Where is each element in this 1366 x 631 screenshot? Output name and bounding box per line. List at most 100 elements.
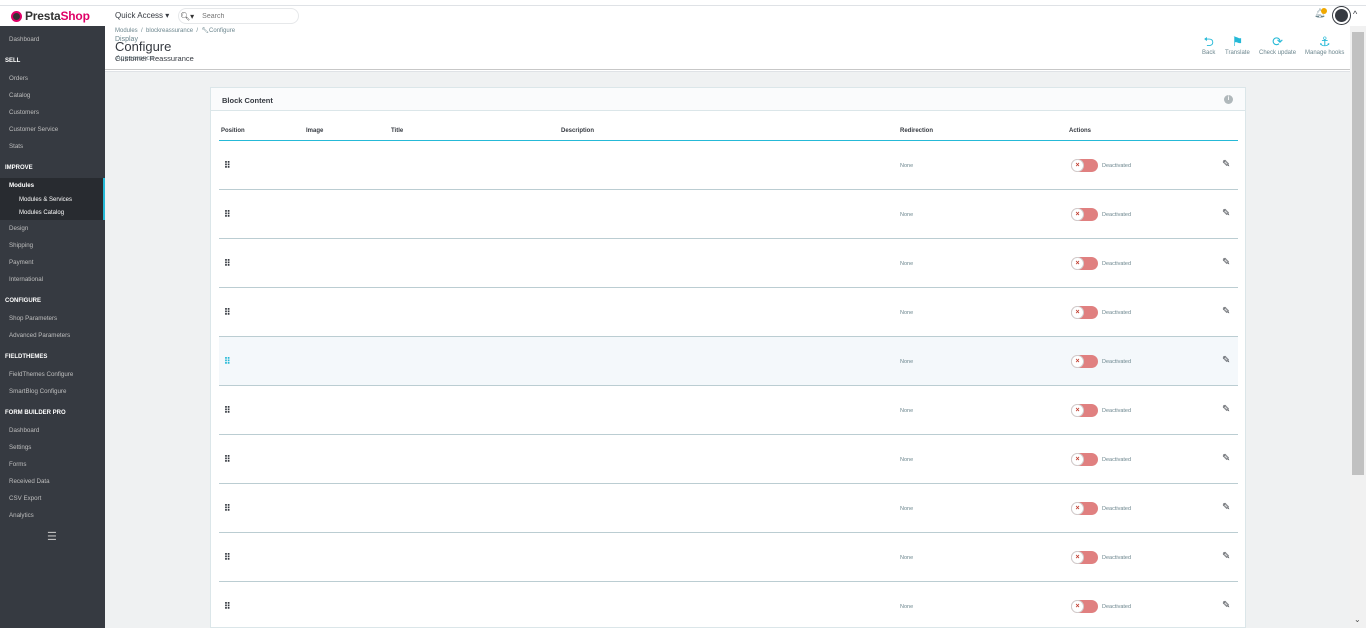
edit-pencil-icon[interactable]: ✎ bbox=[1222, 257, 1230, 268]
refresh-icon: ⟳ bbox=[1272, 34, 1283, 49]
drag-handle-icon[interactable]: ⠿ bbox=[224, 601, 231, 612]
back-button[interactable]: ⮌ Back bbox=[1202, 34, 1215, 56]
drag-handle-icon[interactable]: ⠿ bbox=[224, 552, 231, 563]
sidebar-subitem-modules-services[interactable]: Modules & Services bbox=[19, 197, 72, 203]
status-toggle[interactable]: × bbox=[1071, 551, 1098, 564]
panel-header: Block Content i bbox=[211, 88, 1245, 111]
status-toggle[interactable]: × bbox=[1071, 208, 1098, 221]
prestashop-logo-icon bbox=[11, 10, 22, 22]
close-icon: × bbox=[1071, 208, 1084, 221]
info-icon[interactable]: i bbox=[1224, 95, 1233, 104]
search-input[interactable] bbox=[202, 12, 293, 20]
edit-pencil-icon[interactable]: ✎ bbox=[1222, 355, 1230, 366]
drag-handle-icon[interactable]: ⠿ bbox=[224, 356, 231, 367]
sidebar-item-fb-analytics[interactable]: Analytics bbox=[9, 512, 34, 519]
check-update-button[interactable]: ⟳ Check update bbox=[1259, 34, 1296, 56]
edit-pencil-icon[interactable]: ✎ bbox=[1222, 208, 1230, 219]
search-icon[interactable]: 🔍︎▾ bbox=[180, 12, 194, 21]
sidebar-item-customers[interactable]: Customers bbox=[9, 109, 39, 116]
close-icon: × bbox=[1071, 600, 1084, 613]
manage-hooks-button[interactable]: ⚓︎ Manage hooks bbox=[1305, 34, 1344, 56]
chevron-up-icon[interactable]: ^ bbox=[1353, 9, 1357, 19]
sidebar-item-fb-dashboard[interactable]: Dashboard bbox=[9, 427, 39, 434]
close-icon: × bbox=[1071, 355, 1084, 368]
status-toggle[interactable]: × bbox=[1071, 306, 1098, 319]
quick-access-dropdown[interactable]: Quick Access ▾ bbox=[115, 11, 169, 20]
sidebar-item-fb-settings[interactable]: Settings bbox=[9, 444, 31, 451]
sidebar-item-fieldthemes-configure[interactable]: FieldThemes Configure bbox=[9, 371, 73, 378]
scrollbar-thumb[interactable] bbox=[1352, 32, 1364, 475]
search-box[interactable]: 🔍︎▾ bbox=[178, 8, 299, 24]
manage-hooks-label: Manage hooks bbox=[1305, 50, 1345, 56]
back-arrow-icon: ⮌ bbox=[1203, 34, 1214, 49]
edit-pencil-icon[interactable]: ✎ bbox=[1222, 404, 1230, 415]
sidebar-section-sell: SELL bbox=[5, 58, 21, 64]
sidebar-item-orders[interactable]: Orders bbox=[9, 75, 28, 82]
anchor-icon: ⚓︎ bbox=[1318, 34, 1331, 49]
sidebar-item-smartblog-configure[interactable]: SmartBlog Configure bbox=[9, 388, 66, 395]
sidebar-item-dashboard[interactable]: Dashboard bbox=[9, 36, 39, 43]
prestashop-logo[interactable]: PrestaShop bbox=[11, 9, 90, 23]
sidebar-section-improve: IMPROVE bbox=[5, 165, 33, 171]
table-row: ⠿ None × Deactivated ✎ bbox=[219, 239, 1238, 288]
collapse-menu-icon[interactable]: ☰ bbox=[47, 530, 57, 543]
column-header-position: Position bbox=[221, 128, 245, 134]
drag-handle-icon[interactable]: ⠿ bbox=[224, 307, 231, 318]
breadcrumb-modules[interactable]: Modules bbox=[115, 28, 138, 34]
edit-pencil-icon[interactable]: ✎ bbox=[1222, 453, 1230, 464]
sidebar-item-payment[interactable]: Payment bbox=[9, 259, 33, 266]
status-toggle[interactable]: × bbox=[1071, 404, 1098, 417]
sidebar-item-shipping[interactable]: Shipping bbox=[9, 242, 33, 249]
sidebar-item-fb-received-data[interactable]: Received Data bbox=[9, 478, 50, 485]
sidebar: Dashboard SELL Orders Catalog Customers … bbox=[0, 26, 105, 628]
edit-pencil-icon[interactable]: ✎ bbox=[1222, 600, 1230, 611]
status-toggle[interactable]: × bbox=[1071, 502, 1098, 515]
scroll-down-icon[interactable]: ⌄ bbox=[1354, 615, 1361, 624]
sidebar-item-modules[interactable]: Modules bbox=[9, 182, 34, 189]
translate-button[interactable]: ⚑ Translate bbox=[1225, 34, 1250, 56]
employee-avatar[interactable] bbox=[1333, 7, 1350, 24]
edit-pencil-icon[interactable]: ✎ bbox=[1222, 306, 1230, 317]
wrench-icon: 🔧︎ bbox=[201, 28, 210, 34]
page-header: Modules / blockreassurance / 🔧︎Configure… bbox=[105, 26, 1350, 70]
close-icon: × bbox=[1071, 159, 1084, 172]
sidebar-section-form-builder: FORM BUILDER PRO bbox=[5, 410, 66, 416]
row-redirection: None bbox=[900, 261, 914, 267]
row-status: Deactivated bbox=[1102, 408, 1132, 414]
sidebar-item-catalog[interactable]: Catalog bbox=[9, 92, 30, 99]
status-toggle[interactable]: × bbox=[1071, 159, 1098, 172]
edit-pencil-icon[interactable]: ✎ bbox=[1222, 551, 1230, 562]
table-row: ⠿ None × Deactivated ✎ bbox=[219, 435, 1238, 484]
edit-pencil-icon[interactable]: ✎ bbox=[1222, 159, 1230, 170]
sidebar-item-fb-csv-export[interactable]: CSV Export bbox=[9, 495, 41, 502]
status-toggle[interactable]: × bbox=[1071, 257, 1098, 270]
column-header-actions: Actions bbox=[1069, 128, 1092, 134]
row-redirection: None bbox=[900, 604, 914, 610]
drag-handle-icon[interactable]: ⠿ bbox=[224, 405, 231, 416]
sidebar-item-international[interactable]: International bbox=[9, 276, 43, 283]
sidebar-item-fb-forms[interactable]: Forms bbox=[9, 461, 27, 468]
close-icon: × bbox=[1071, 257, 1084, 270]
sidebar-item-customer-service[interactable]: Customer Service bbox=[9, 126, 58, 133]
row-status: Deactivated bbox=[1102, 457, 1132, 463]
sidebar-item-design[interactable]: Design bbox=[9, 225, 28, 232]
check-update-label: Check update bbox=[1259, 50, 1297, 56]
sidebar-item-stats[interactable]: Stats bbox=[9, 143, 23, 150]
close-icon: × bbox=[1071, 453, 1084, 466]
status-toggle[interactable]: × bbox=[1071, 355, 1098, 368]
panel-title: Block Content bbox=[222, 96, 273, 105]
breadcrumb-blockreassurance[interactable]: blockreassurance bbox=[146, 28, 193, 34]
status-toggle[interactable]: × bbox=[1071, 600, 1098, 613]
drag-handle-icon[interactable]: ⠿ bbox=[224, 503, 231, 514]
page-scrollbar[interactable]: ⌄ bbox=[1350, 26, 1366, 628]
drag-handle-icon[interactable]: ⠿ bbox=[224, 258, 231, 269]
sidebar-item-advanced-parameters[interactable]: Advanced Parameters bbox=[9, 332, 70, 339]
drag-handle-icon[interactable]: ⠿ bbox=[224, 209, 231, 220]
status-toggle[interactable]: × bbox=[1071, 453, 1098, 466]
edit-pencil-icon[interactable]: ✎ bbox=[1222, 502, 1230, 513]
drag-handle-icon[interactable]: ⠿ bbox=[224, 160, 231, 171]
sidebar-item-shop-parameters[interactable]: Shop Parameters bbox=[9, 315, 57, 322]
column-header-description: Description bbox=[561, 128, 595, 134]
drag-handle-icon[interactable]: ⠿ bbox=[224, 454, 231, 465]
sidebar-subitem-modules-catalog[interactable]: Modules Catalog bbox=[19, 210, 64, 216]
